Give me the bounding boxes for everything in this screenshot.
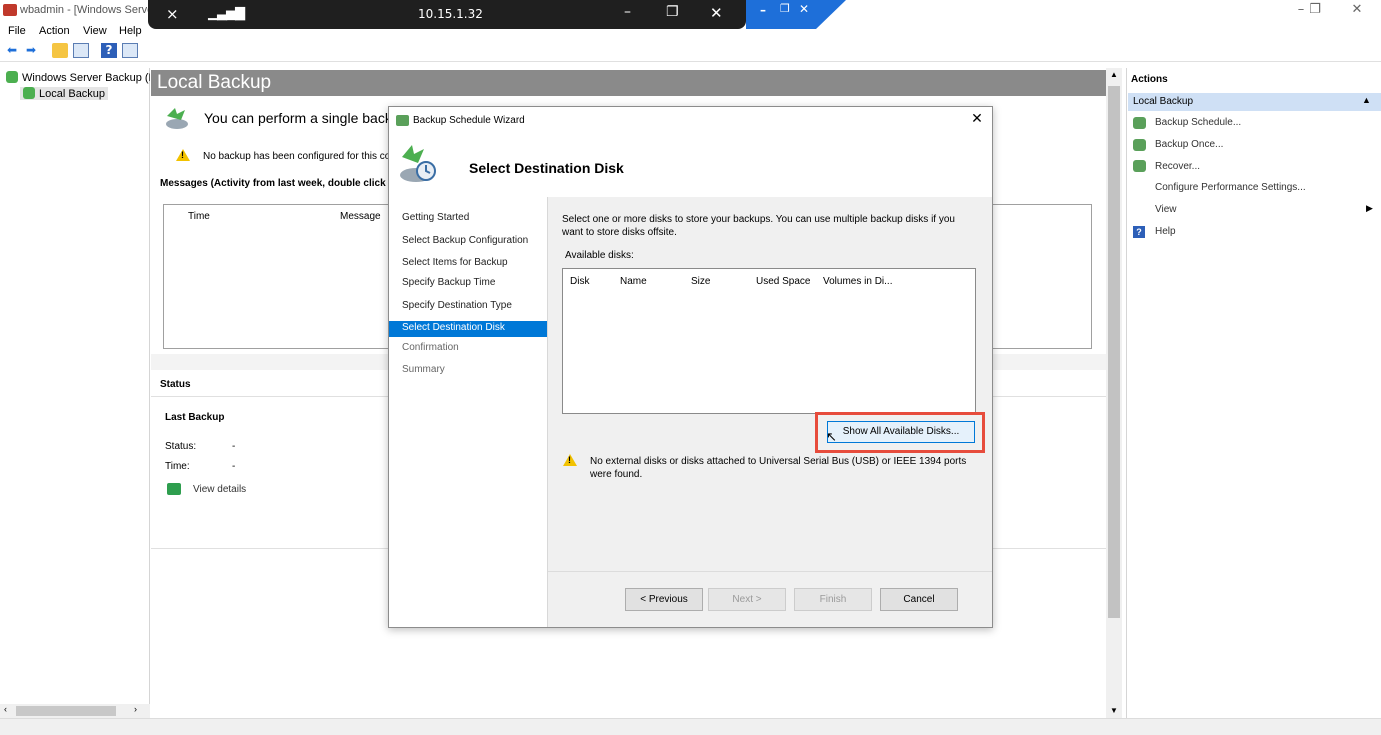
action-recover[interactable]: Recover...: [1155, 161, 1200, 172]
destination-description: Select one or more disks to store your b…: [562, 214, 955, 238]
available-disks-list[interactable]: [562, 268, 976, 414]
page-title: Local Backup: [157, 72, 272, 93]
rdp-minimize-button[interactable]: –: [624, 4, 631, 20]
tree-root-label: Windows Server Backup (Local): [22, 72, 150, 84]
menu-view[interactable]: View: [83, 25, 107, 37]
col-volumes[interactable]: Volumes in Di...: [823, 276, 892, 287]
rdp-restore-button[interactable]: ❐: [666, 4, 679, 20]
view-details-icon[interactable]: [167, 483, 181, 495]
backup-once-icon: [1133, 139, 1146, 151]
action-backup-once[interactable]: Backup Once...: [1155, 139, 1223, 150]
scroll-left-icon[interactable]: ‹: [4, 704, 7, 714]
messages-header: Messages (Activity from last week, doubl…: [160, 178, 388, 189]
dialog-close-button[interactable]: ✕: [966, 111, 988, 131]
show-hide-tree-icon[interactable]: [73, 43, 89, 58]
center-scroll-thumb[interactable]: [1108, 86, 1120, 618]
scroll-right-icon[interactable]: ›: [134, 704, 137, 714]
center-header-band: [151, 70, 1106, 96]
up-folder-icon[interactable]: [52, 43, 68, 58]
rdp-connection-bar: ⨯ ▁▃▅▇ 10.15.1.32 – ❐ ✕: [148, 0, 746, 29]
backup-schedule-icon: [1133, 117, 1146, 129]
wizard-step-destination-type[interactable]: Specify Destination Type: [402, 300, 546, 311]
backup-icon: [6, 71, 18, 83]
window-title: wbadmin - [Windows Server Backup (Local)…: [20, 4, 150, 16]
menu-help[interactable]: Help: [119, 25, 142, 37]
wizard-header-icon: [396, 141, 440, 185]
status-header: Status: [160, 379, 191, 390]
window-close-button[interactable]: ✕: [1342, 2, 1372, 20]
rdp-host-address: 10.15.1.32: [418, 7, 483, 21]
cancel-button[interactable]: Cancel: [880, 588, 958, 611]
pin-icon[interactable]: ⨯: [166, 5, 179, 23]
col-message[interactable]: Message: [340, 211, 381, 222]
signal-bars-icon[interactable]: ▁▃▅▇: [208, 6, 245, 21]
forward-arrow-icon[interactable]: ➡: [23, 43, 39, 58]
action-pane-icon[interactable]: [122, 43, 138, 58]
rdp-ext-minimize-icon[interactable]: –: [760, 3, 766, 17]
tree-item-local-backup[interactable]: Local Backup: [20, 87, 109, 100]
scroll-up-icon[interactable]: ▲: [1110, 70, 1118, 79]
dialog-footer-divider: [548, 571, 992, 572]
window-maximize-button[interactable]: ❐: [1300, 2, 1330, 20]
show-all-available-disks-button[interactable]: Show All Available Disks...: [827, 421, 975, 443]
available-disks-label: Available disks:: [565, 250, 634, 261]
action-help[interactable]: Help: [1155, 226, 1176, 237]
view-details-link[interactable]: View details: [193, 484, 246, 495]
recover-icon: [1133, 160, 1146, 172]
wizard-step-getting-started[interactable]: Getting Started: [402, 212, 546, 223]
rdp-ext-close-icon[interactable]: ✕: [799, 2, 809, 16]
next-button[interactable]: Next >: [708, 588, 786, 611]
actions-header: Actions: [1131, 74, 1168, 85]
toolbar: ⬅ ➡ ?: [0, 40, 1381, 62]
col-time[interactable]: Time: [188, 211, 210, 222]
previous-button[interactable]: < Previous: [625, 588, 703, 611]
app-icon: [3, 4, 17, 16]
help-icon: ?: [1133, 226, 1145, 238]
status-value: -: [232, 441, 236, 452]
status-bar: [0, 718, 1381, 735]
actions-section-label: Local Backup: [1133, 96, 1194, 107]
action-view[interactable]: View: [1155, 204, 1177, 215]
help-icon[interactable]: ?: [101, 43, 117, 58]
menu-action[interactable]: Action: [39, 25, 70, 37]
finish-button[interactable]: Finish: [794, 588, 872, 611]
rdp-close-button[interactable]: ✕: [710, 4, 723, 22]
menu-file[interactable]: File: [8, 25, 26, 37]
col-size[interactable]: Size: [691, 276, 710, 287]
dialog-heading: Select Destination Disk: [469, 160, 624, 176]
console-tree: [0, 68, 150, 718]
wizard-step-confirmation: Confirmation: [402, 342, 459, 353]
tree-item-windows-server-backup[interactable]: Windows Server Backup (Local): [6, 71, 150, 84]
submenu-arrow-icon: ▶: [1366, 203, 1373, 213]
scroll-down-icon[interactable]: ▼: [1110, 706, 1118, 715]
wizard-step-backup-configuration[interactable]: Select Backup Configuration: [402, 235, 546, 246]
col-used-space[interactable]: Used Space: [756, 276, 810, 287]
dialog-title: Backup Schedule Wizard: [413, 115, 525, 126]
back-arrow-icon[interactable]: ⬅: [4, 43, 20, 58]
no-external-disks-warning: No external disks or disks attached to U…: [590, 456, 967, 480]
tree-scroll-thumb[interactable]: [16, 706, 116, 716]
col-disk[interactable]: Disk: [570, 276, 589, 287]
action-backup-schedule[interactable]: Backup Schedule...: [1155, 117, 1241, 128]
collapse-icon[interactable]: ▲: [1362, 95, 1371, 105]
action-configure-performance[interactable]: Configure Performance Settings...: [1155, 182, 1306, 193]
mouse-cursor-icon: ↖: [826, 429, 837, 444]
banner-text: You can perform a single backup or sched…: [204, 110, 388, 126]
wizard-step-items-for-backup[interactable]: Select Items for Backup: [402, 257, 546, 268]
wizard-title-icon: [396, 115, 409, 126]
rdp-ext-restore-icon[interactable]: ❐: [780, 2, 790, 15]
status-label: Status:: [165, 441, 197, 452]
last-backup-label: Last Backup: [165, 412, 225, 423]
wizard-step-summary: Summary: [402, 364, 445, 375]
no-backup-warning: No backup has been configured for this c…: [203, 151, 388, 162]
wizard-step-destination-disk[interactable]: Select Destination Disk: [402, 322, 546, 333]
tree-child-label: Local Backup: [39, 88, 106, 100]
time-value: -: [232, 461, 236, 472]
wizard-step-backup-time[interactable]: Specify Backup Time: [402, 277, 546, 288]
local-backup-icon: [23, 87, 35, 99]
time-label: Time:: [165, 461, 190, 472]
col-name[interactable]: Name: [620, 276, 647, 287]
backup-banner-icon: [163, 104, 191, 130]
